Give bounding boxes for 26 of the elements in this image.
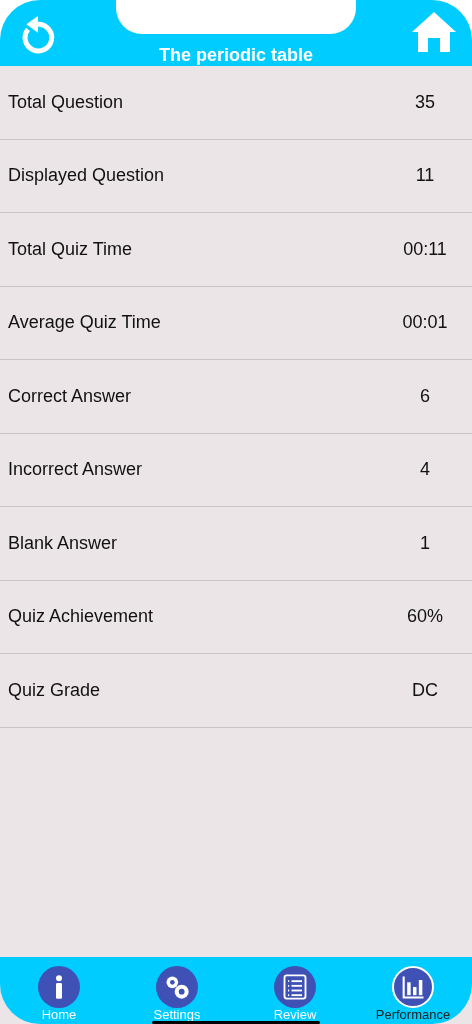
stat-value: 00:01: [401, 311, 449, 335]
tab-item[interactable]: Home: [0, 957, 118, 1024]
stat-value: 00:11: [402, 237, 448, 261]
stat-label: Incorrect Answer: [7, 458, 144, 482]
stat-label: Quiz Achievement: [7, 605, 155, 629]
home-icon: [410, 10, 458, 54]
stat-value: 60%: [406, 605, 444, 629]
stat-value: 1: [419, 531, 431, 555]
home-button[interactable]: [410, 10, 458, 54]
info-icon: [56, 975, 62, 999]
stat-label: Correct Answer: [7, 384, 133, 408]
tab-item[interactable]: Performance: [354, 957, 472, 1024]
stat-label: Average Quiz Time: [7, 311, 162, 335]
list-icon: [281, 973, 309, 1001]
stat-label: Total Quiz Time: [7, 237, 134, 261]
stat-value: 35: [414, 90, 436, 114]
stat-label: Total Question: [7, 90, 125, 114]
tab-item[interactable]: Review: [236, 957, 354, 1024]
stat-label: Displayed Question: [7, 164, 166, 188]
stat-label: Blank Answer: [7, 531, 119, 555]
stat-value: 6: [419, 384, 431, 408]
stat-label: Quiz Grade: [7, 678, 102, 702]
page-title: The periodic table: [158, 44, 314, 66]
stat-value: 4: [419, 458, 431, 482]
stat-value: 11: [414, 164, 436, 188]
stat-value: DC: [411, 678, 439, 702]
